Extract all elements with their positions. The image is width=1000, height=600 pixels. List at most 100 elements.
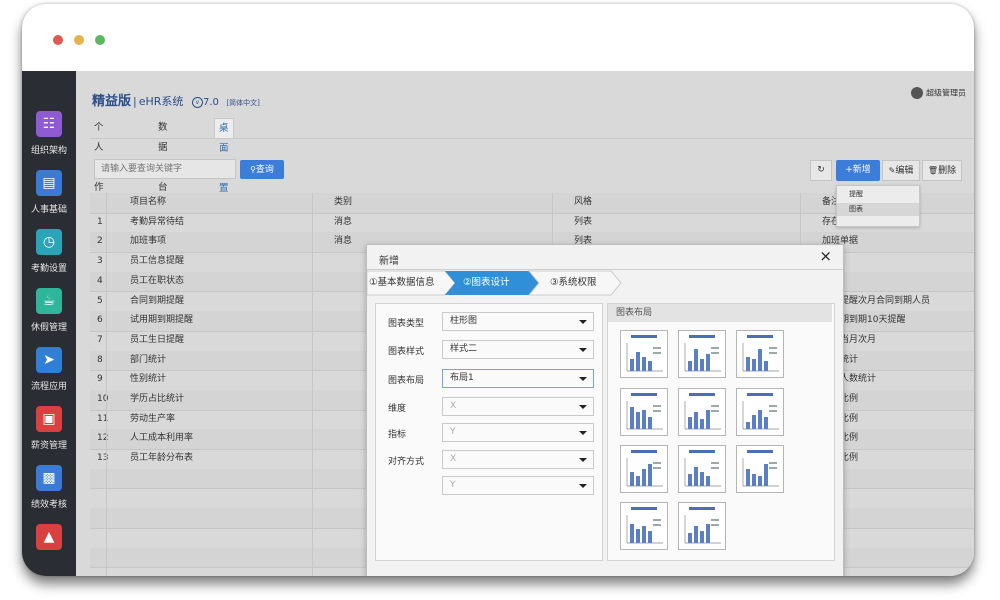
col-divider xyxy=(312,193,313,576)
chevron-down-icon xyxy=(579,405,587,409)
delete-label: 删除 xyxy=(938,166,957,176)
window-maximize-dot[interactable] xyxy=(95,35,105,45)
language-switch[interactable]: [简体中文] xyxy=(226,99,259,107)
version-number: 7.0 xyxy=(202,97,219,108)
sidebar-item[interactable]: ☕ 休假管理 xyxy=(22,288,76,346)
table-cell: 加班事项 xyxy=(130,236,167,247)
dropdown-item-reminder[interactable]: 提醒 xyxy=(837,188,919,201)
row-number: 3 xyxy=(97,256,103,267)
tab-desktop-settings[interactable]: 桌面设置 xyxy=(214,118,234,194)
add-button[interactable]: +新增 xyxy=(836,160,880,181)
sidebar-item-label: 休假管理 xyxy=(30,323,67,333)
layout-thumbnail[interactable] xyxy=(620,445,668,493)
sidebar-item[interactable]: ▤ 人事基础 xyxy=(22,170,76,228)
sidebar-item[interactable]: ▣ 薪资管理 xyxy=(22,406,76,464)
layout-thumbnail[interactable] xyxy=(678,502,726,550)
step-permissions[interactable]: ③系统权限 xyxy=(550,273,597,293)
layout-thumbnail[interactable] xyxy=(736,388,784,436)
row-number: 2 xyxy=(97,236,103,247)
window-minimize-dot[interactable] xyxy=(74,35,84,45)
sidebar-item[interactable]: ▩ 绩效考核 xyxy=(22,465,76,523)
form-select[interactable]: X xyxy=(442,450,594,469)
chevron-down-icon xyxy=(579,431,587,435)
layout-thumbnail[interactable] xyxy=(678,388,726,436)
layout-thumbnail[interactable] xyxy=(736,445,784,493)
col-divider xyxy=(106,193,107,576)
column-header[interactable]: 类别 xyxy=(334,193,352,212)
layout-thumbnail[interactable] xyxy=(736,330,784,378)
refresh-button[interactable]: ↻ xyxy=(810,160,832,181)
layout-thumbnail[interactable] xyxy=(620,502,668,550)
user-menu[interactable]: 超级管理员 xyxy=(911,87,966,99)
step-chart-design[interactable]: ②图表设计 xyxy=(463,273,510,293)
chevron-down-icon xyxy=(579,484,587,488)
row-number: 9 xyxy=(97,374,103,385)
delete-button[interactable]: 🗑删除 xyxy=(922,160,962,181)
search-button[interactable]: ⚲查询 xyxy=(240,160,284,179)
step-basic-info[interactable]: ①基本数据信息 xyxy=(369,273,435,293)
table-cell: 员工生日提醒 xyxy=(130,334,185,345)
form-select[interactable]: Y xyxy=(442,476,594,495)
form-label: 指标 xyxy=(388,430,407,440)
user-icon xyxy=(911,87,923,99)
sidebar-item-label: 流程应用 xyxy=(30,382,67,392)
sidebar-item-label: 绩效考核 xyxy=(30,500,67,510)
share-icon: ➤ xyxy=(36,347,62,373)
row-number: 1 xyxy=(97,216,103,227)
tab-personal-workbench[interactable]: 个人工作台 xyxy=(90,118,108,213)
sidebar-item[interactable]: ➤ 流程应用 xyxy=(22,347,76,405)
window-close-dot[interactable] xyxy=(53,35,63,45)
main-area: 精益版|eHR系统 v7.0 [简体中文] 超级管理员 个人工作台 数据中台 桌… xyxy=(76,71,974,576)
edit-button[interactable]: ✎编辑 xyxy=(882,160,920,181)
layout-preview-icon xyxy=(684,335,721,372)
table-cell: 员工在职状态 xyxy=(130,275,185,286)
layout-thumbnail[interactable] xyxy=(620,330,668,378)
layout-preview-icon xyxy=(742,335,779,372)
close-icon[interactable]: × xyxy=(819,247,832,265)
select-value: Y xyxy=(450,427,456,437)
row-number: 4 xyxy=(97,275,103,286)
column-header[interactable]: 项目名称 xyxy=(130,193,166,212)
sidebar-item[interactable]: ☷ 组织架构 xyxy=(22,111,76,169)
table-cell: 员工年龄分布表 xyxy=(130,453,194,464)
form-label: 图表布局 xyxy=(388,376,425,386)
table-cell: 合同到期提醒 xyxy=(130,295,185,306)
wallet-icon: ▣ xyxy=(36,406,62,432)
sidebar-item-label: 组织架构 xyxy=(30,146,67,156)
form-label: 图表样式 xyxy=(388,347,425,357)
layout-panel: 图表布局 xyxy=(607,303,835,561)
chevron-down-icon xyxy=(579,458,587,462)
tab-data-center[interactable]: 数据中台 xyxy=(154,118,172,193)
sidebar-item[interactable]: ◷ 考勤设置 xyxy=(22,229,76,287)
form-label: 维度 xyxy=(388,404,407,414)
table-cell: 消息 xyxy=(334,236,353,247)
sidebar-item-label: 人事基础 xyxy=(30,205,67,215)
row-number: 8 xyxy=(97,354,103,365)
layout-preview-icon xyxy=(626,450,663,487)
app-body: ☷ 组织架构 ▤ 人事基础 ◷ 考勤设置 ☕ 休假管理 ➤ 流程应用 ▣ 薪资管理 ▩ 绩效考核 ▲ 精益版… xyxy=(22,71,974,576)
chevron-down-icon xyxy=(579,377,587,381)
layout-thumbnail[interactable] xyxy=(678,445,726,493)
form-select[interactable]: Y xyxy=(442,423,594,442)
select-value: 柱形图 xyxy=(450,316,478,326)
form-select[interactable]: X xyxy=(442,397,594,416)
form-select[interactable]: 柱形图 xyxy=(442,312,594,331)
dropdown-item-chart[interactable]: 图表 xyxy=(837,203,919,216)
ticket-icon: ▩ xyxy=(36,465,62,491)
form-panel: 图表类型 柱形图 图表样式 样式二 图表布局 布局1 维度 X 指标 Y 对齐方式 X Y xyxy=(375,303,603,561)
select-value: Y xyxy=(450,480,456,490)
layout-thumbnail[interactable] xyxy=(678,330,726,378)
table-cell: 性别统计 xyxy=(130,374,167,385)
table-cell: 学历占比统计 xyxy=(130,394,185,404)
form-select[interactable]: 样式二 xyxy=(442,340,594,359)
table-cell: 考勤异常待结 xyxy=(130,216,185,227)
form-select[interactable]: 布局1 xyxy=(442,369,594,388)
sidebar-item[interactable]: ▲ xyxy=(22,524,76,576)
column-header[interactable]: 风格 xyxy=(574,193,592,212)
search-input[interactable] xyxy=(94,159,236,179)
layout-preview-icon xyxy=(626,393,663,430)
org-chart-icon: ☷ xyxy=(36,111,62,137)
table-cell: 人工成本利用率 xyxy=(130,433,194,444)
sidebar-item-label: 薪资管理 xyxy=(30,441,67,451)
layout-thumbnail[interactable] xyxy=(620,388,668,436)
